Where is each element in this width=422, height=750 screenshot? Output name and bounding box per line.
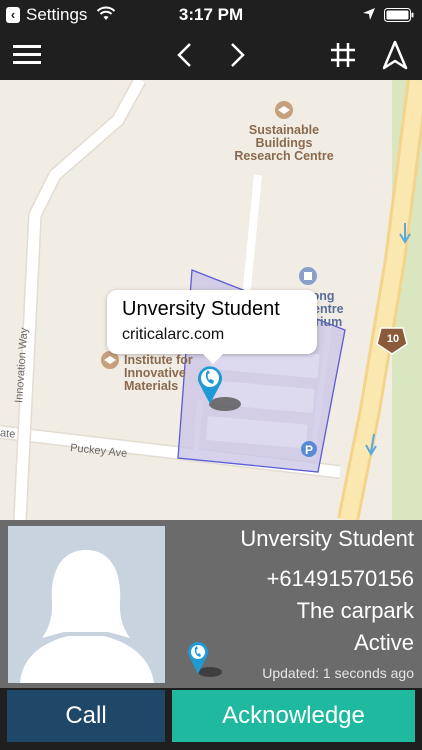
svg-text:P: P: [305, 443, 313, 457]
contact-status: Active: [354, 630, 414, 655]
poi-label-institute: Institute for Innovative Materials: [124, 353, 193, 393]
nav-bar: [0, 30, 422, 80]
contact-phone[interactable]: +61491570156: [267, 566, 414, 592]
menu-icon[interactable]: [10, 38, 44, 72]
map-callout[interactable]: Unversity Student criticalarc.com: [107, 290, 317, 364]
location-services-icon: [363, 8, 375, 20]
avatar: [8, 526, 165, 683]
acknowledge-button[interactable]: Acknowledge: [172, 690, 415, 742]
navigation-arrow-icon[interactable]: [378, 38, 412, 72]
call-button[interactable]: Call: [7, 690, 165, 742]
phone-pin-icon: [188, 642, 222, 677]
updated-time: Updated: 1 seconds ago: [262, 665, 414, 681]
person-silhouette-icon: [20, 550, 154, 683]
chevron-left-icon[interactable]: [168, 38, 202, 72]
clock: 3:17 PM: [178, 5, 244, 24]
battery-icon: [384, 8, 414, 22]
poi-label-sustainable: Sustainable Buildings Research Centre: [234, 123, 334, 163]
contact-name: Unversity Student: [240, 526, 414, 551]
contact-location: The carpark: [296, 598, 414, 623]
contact-panel: Unversity Student +61491570156 The carpa…: [0, 520, 422, 688]
callout-title: Unversity Student: [122, 298, 280, 320]
status-bar: ‹ Settings 3:17 PM: [0, 0, 422, 30]
map-view[interactable]: P Sustainable Buildings Research Centre …: [0, 80, 422, 520]
road-label-edge: ate: [0, 427, 16, 441]
callout-subtitle: criticalarc.com: [122, 326, 225, 343]
chevron-right-icon[interactable]: [220, 38, 254, 72]
route-shield-number: 10: [386, 333, 400, 345]
grid-icon[interactable]: [326, 38, 360, 72]
